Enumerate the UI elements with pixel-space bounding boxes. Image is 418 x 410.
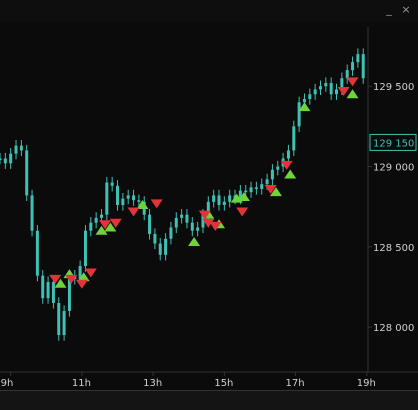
- price-bar: [14, 145, 18, 154]
- price-bar: [308, 94, 312, 100]
- sell-marker: [65, 274, 78, 284]
- sell-marker: [150, 199, 163, 209]
- price-bar: [62, 310, 66, 336]
- price-bar: [137, 200, 141, 202]
- price-bar: [286, 150, 290, 159]
- buy-marker: [188, 236, 201, 246]
- price-bar: [345, 70, 349, 79]
- price-bar: [212, 195, 216, 202]
- price-bar: [19, 145, 23, 151]
- buy-marker: [284, 169, 297, 179]
- y-tick-label: 129 000: [373, 162, 414, 173]
- price-bar: [3, 158, 7, 164]
- price-bar: [361, 54, 365, 79]
- sell-marker: [127, 207, 140, 217]
- price-bar: [302, 99, 306, 103]
- price-bar: [276, 166, 280, 170]
- price-bar: [329, 83, 333, 95]
- price-bar: [121, 198, 125, 206]
- price-bar: [180, 214, 184, 218]
- price-bar: [25, 150, 29, 196]
- price-bar: [174, 217, 178, 228]
- price-bar: [324, 83, 328, 87]
- price-bar: [51, 282, 55, 303]
- buy-marker: [346, 89, 359, 99]
- price-bar: [249, 187, 253, 193]
- y-tick-label: 128 500: [373, 243, 414, 254]
- x-tick-label: 15h: [214, 378, 233, 389]
- price-bar: [297, 102, 301, 127]
- price-bar: [148, 214, 152, 234]
- price-bar: [190, 222, 194, 231]
- price-bar: [126, 195, 130, 199]
- x-tick-label: 19h: [357, 378, 376, 389]
- price-bar: [185, 214, 189, 223]
- sell-marker: [75, 279, 88, 289]
- price-bar: [313, 89, 317, 95]
- price-bar: [244, 190, 248, 193]
- x-tick-label: 13h: [143, 378, 162, 389]
- price-bar: [116, 185, 120, 206]
- price-bar: [351, 62, 355, 71]
- price-bar: [169, 227, 173, 239]
- sell-marker: [346, 77, 359, 87]
- price-bar: [46, 282, 50, 299]
- price-bar: [270, 169, 274, 180]
- price-bar: [105, 182, 109, 215]
- price-bar: [254, 187, 258, 189]
- sell-marker: [84, 268, 97, 278]
- price-bar: [217, 195, 221, 206]
- price-bar: [228, 195, 232, 202]
- sell-marker: [236, 207, 249, 217]
- price-bar: [132, 195, 136, 201]
- price-bar: [164, 238, 168, 255]
- x-tick-label: 11h: [72, 378, 91, 389]
- price-bar: [57, 302, 61, 336]
- price-bar: [89, 222, 93, 231]
- price-bar: [41, 275, 45, 299]
- price-bar: [265, 179, 269, 185]
- price-bar: [222, 201, 226, 206]
- price-bar: [110, 182, 114, 186]
- price-bar: [0, 158, 2, 160]
- y-tick-label: 128 000: [373, 323, 414, 334]
- price-bar: [260, 184, 264, 189]
- price-bar: [318, 86, 322, 90]
- price-bar: [356, 54, 360, 63]
- y-tick-label: 129 500: [373, 82, 414, 93]
- price-bar: [153, 233, 157, 244]
- price-bar: [83, 230, 87, 267]
- price-bar: [99, 214, 103, 218]
- price-bar: [35, 230, 39, 276]
- price-bar: [9, 153, 13, 164]
- x-tick-label: 17h: [286, 378, 305, 389]
- price-bar: [30, 195, 34, 231]
- price-bar: [335, 89, 339, 95]
- date-strip: [0, 390, 418, 410]
- price-bar: [292, 126, 296, 151]
- x-tick-label: 9h: [1, 378, 14, 389]
- price-bar: [158, 243, 162, 255]
- price-bar: [196, 227, 200, 231]
- sell-marker: [337, 87, 350, 97]
- current-price-label: 129 150: [373, 138, 414, 149]
- price-chart[interactable]: 128 000 128 500 129 000 129 500 9h 11h 13h 15h 1…: [0, 0, 418, 409]
- price-bar: [94, 217, 98, 223]
